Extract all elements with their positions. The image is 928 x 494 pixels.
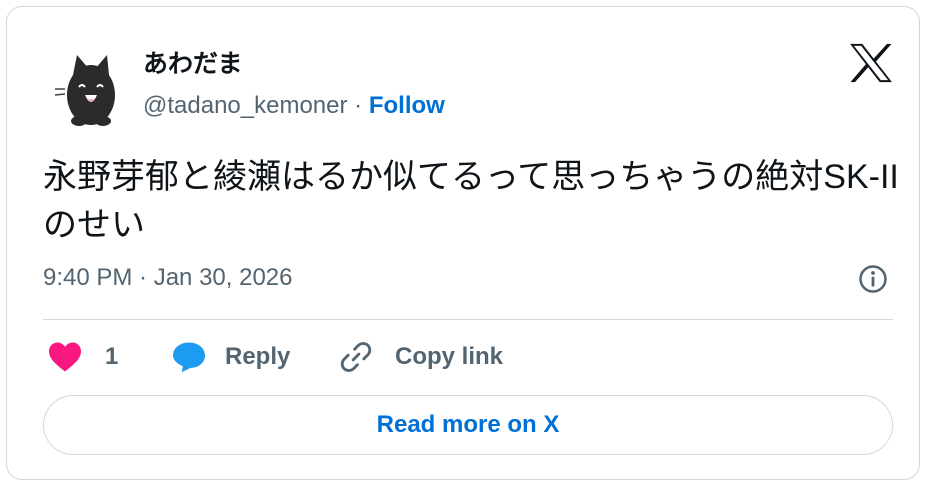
reply-label: Reply <box>225 343 291 370</box>
tweet-timestamp[interactable]: 9:40 PM · Jan 30, 2026 <box>43 263 293 293</box>
handle-separator: · <box>347 92 369 119</box>
info-icon[interactable] <box>857 263 889 295</box>
read-more-button[interactable]: Read more on X <box>43 395 893 455</box>
black-cat-avatar-icon[interactable] <box>51 49 131 129</box>
follow-button[interactable]: Follow <box>369 92 445 119</box>
author-handle-row: @tadano_kemoner · Follow <box>143 91 445 121</box>
copy-link-button[interactable]: Copy link <box>339 337 503 377</box>
embedded-tweet-card: あわだま @tadano_kemoner · Follow 永野芽郁と綾瀬はるか… <box>6 6 920 480</box>
copy-link-label: Copy link <box>395 343 504 370</box>
link-icon <box>340 342 372 372</box>
tweet-text: 永野芽郁と綾瀬はるか似てるって思っちゃうの絶対SK-IIのせい <box>43 158 899 244</box>
heart-icon <box>49 342 81 372</box>
reply-bubble-icon <box>173 342 205 373</box>
divider <box>43 319 893 320</box>
author-display-name[interactable]: あわだま <box>143 49 243 79</box>
author-handle[interactable]: @tadano_kemoner <box>143 92 348 119</box>
reply-button[interactable]: Reply <box>171 337 290 377</box>
x-logo-icon[interactable] <box>849 43 893 83</box>
like-count: 1 <box>105 343 119 370</box>
like-button[interactable]: 1 <box>47 337 118 377</box>
